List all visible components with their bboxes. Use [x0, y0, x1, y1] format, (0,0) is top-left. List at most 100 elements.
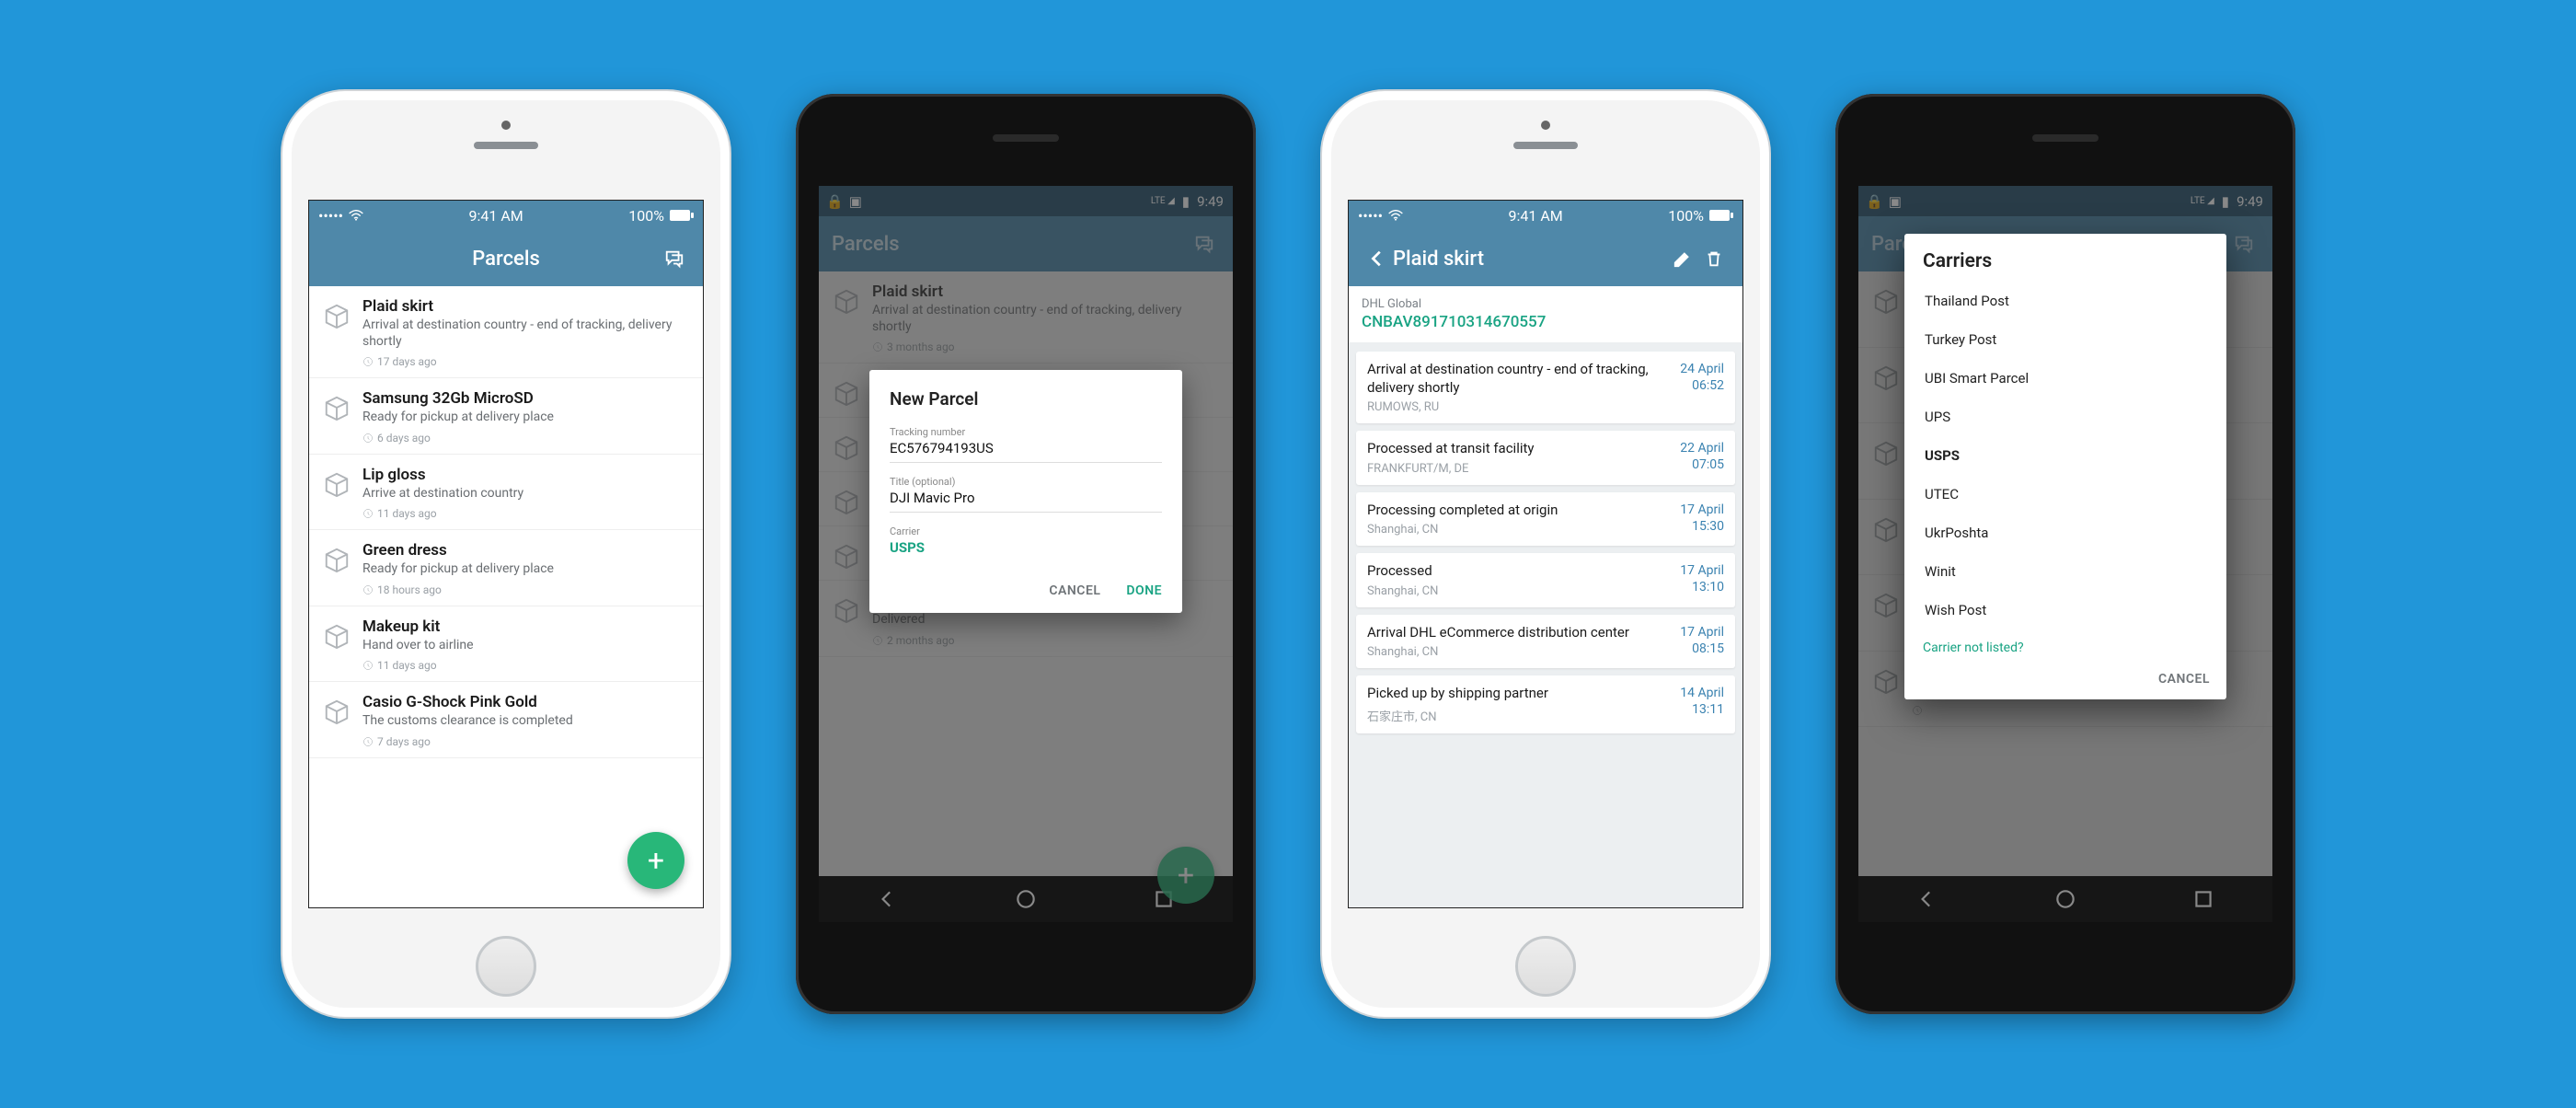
carrier-option[interactable]: Wish Post — [1912, 591, 2219, 629]
event-status: Arrival DHL eCommerce distribution cente… — [1367, 624, 1629, 642]
parcel-icon — [322, 469, 351, 499]
event-time: 06:52 — [1680, 377, 1724, 394]
parcel-item[interactable]: Lip glossArrive at destination country11… — [309, 455, 703, 531]
title-label: Title (optional) — [890, 476, 1162, 488]
carrier-label: Carrier — [890, 525, 1162, 537]
event-date: 22 April — [1680, 440, 1724, 456]
tracking-event: Picked up by shipping partner石家庄市, CN14 … — [1356, 675, 1735, 733]
iphone-frame-1: ••••• 9:41 AM 100% Parcels Plaid skirtAr… — [281, 89, 731, 1019]
event-date: 17 April — [1680, 624, 1724, 641]
page-title: Parcels — [353, 248, 659, 271]
status-time: 9:41 AM — [1509, 207, 1563, 225]
parcel-time: 6 days ago — [362, 432, 690, 444]
carrier-option[interactable]: UPS — [1912, 398, 2219, 436]
status-bar: ••••• 9:41 AM 100% — [309, 201, 703, 231]
event-time: 13:11 — [1680, 701, 1724, 718]
event-location: 石家庄市, CN — [1367, 707, 1548, 724]
event-time: 13:10 — [1680, 579, 1724, 595]
event-status: Picked up by shipping partner — [1367, 685, 1548, 703]
feedback-icon[interactable] — [659, 248, 690, 269]
event-date: 17 April — [1680, 502, 1724, 518]
parcel-status: Ready for pickup at delivery place — [362, 561, 690, 578]
carrier-option[interactable]: UTEC — [1912, 475, 2219, 514]
parcel-title: Plaid skirt — [362, 297, 690, 316]
tracking-input[interactable]: EC576794193US — [890, 440, 1162, 463]
parcel-item[interactable]: Samsung 32Gb MicroSDReady for pickup at … — [309, 378, 703, 455]
title-input[interactable]: DJI Mavic Pro — [890, 490, 1162, 513]
carrier-select[interactable]: USPS — [890, 539, 1162, 561]
done-button[interactable]: DONE — [1126, 583, 1162, 598]
event-status: Processed — [1367, 562, 1438, 581]
parcel-title: Lip gloss — [362, 466, 690, 484]
tracking-label: Tracking number — [890, 426, 1162, 438]
carrier-option[interactable]: Winit — [1912, 552, 2219, 591]
tracking-header: DHL Global CNBAV891710314670557 — [1349, 286, 1742, 342]
screen-new-parcel: 🔒 ▣ LTE ◢ ▮ 9:49 Parcels Plaid skirtArri… — [819, 186, 1233, 922]
parcel-status: Arrive at destination country — [362, 486, 690, 502]
wifi-icon — [1388, 207, 1403, 225]
parcel-time: 18 hours ago — [362, 583, 690, 596]
parcel-icon — [322, 301, 351, 330]
event-status: Processed at transit facility — [1367, 440, 1535, 458]
carrier-option[interactable]: UkrPoshta — [1912, 514, 2219, 552]
parcel-title: Makeup kit — [362, 617, 690, 636]
battery-icon — [670, 207, 694, 225]
battery-icon — [1709, 207, 1733, 225]
event-time: 07:05 — [1680, 456, 1724, 473]
page-title: Plaid skirt — [1393, 248, 1667, 271]
screen-carriers: 🔒 ▣ LTE ◢ ▮ 9:49 Parcels Arrival at dest… — [1858, 186, 2272, 922]
cancel-button[interactable]: CANCEL — [2158, 672, 2210, 687]
event-time: 15:30 — [1680, 518, 1724, 535]
delete-button[interactable] — [1698, 248, 1730, 269]
android-frame-2: 🔒 ▣ LTE ◢ ▮ 9:49 Parcels Arrival at dest… — [1835, 94, 2295, 1014]
event-date: 24 April — [1680, 361, 1724, 377]
tracking-event: Arrival DHL eCommerce distribution cente… — [1356, 615, 1735, 669]
tracking-event: Processing completed at origin Shanghai, … — [1356, 492, 1735, 547]
event-status: Processing completed at origin — [1367, 502, 1558, 520]
tracking-event: Arrival at destination country - end of … — [1356, 352, 1735, 423]
parcel-icon — [322, 621, 351, 651]
app-bar: Plaid skirt — [1349, 231, 1742, 286]
event-status: Arrival at destination country - end of … — [1367, 361, 1669, 397]
carrier-option[interactable]: UBI Smart Parcel — [1912, 359, 2219, 398]
event-location: RUMOWS, RU — [1367, 400, 1669, 414]
carrier-option[interactable]: Turkey Post — [1912, 320, 2219, 359]
parcel-time: 17 days ago — [362, 355, 690, 368]
carriers-dialog: Carriers Thailand PostTurkey PostUBI Sma… — [1904, 234, 2226, 699]
tracking-event: ProcessedShanghai, CN17 April13:10 — [1356, 553, 1735, 607]
parcel-status: The customs clearance is completed — [362, 713, 690, 730]
battery-pct: 100% — [628, 207, 664, 225]
event-location: Shanghai, CN — [1367, 645, 1629, 659]
parcel-icon — [322, 697, 351, 726]
iphone-frame-2: ••••• 9:41 AM 100% Plaid skirt — [1320, 89, 1771, 1019]
parcel-icon — [322, 545, 351, 574]
status-bar: ••••• 9:41 AM 100% — [1349, 201, 1742, 231]
parcel-title: Green dress — [362, 541, 690, 560]
add-parcel-fab[interactable]: + — [627, 832, 684, 889]
event-location: Shanghai, CN — [1367, 523, 1558, 537]
android-frame-1: 🔒 ▣ LTE ◢ ▮ 9:49 Parcels Plaid skirtArri… — [796, 94, 1256, 1014]
parcel-item[interactable]: Plaid skirtArrival at destination countr… — [309, 286, 703, 378]
new-parcel-dialog: New Parcel Tracking number EC576794193US… — [869, 370, 1182, 613]
edit-button[interactable] — [1667, 248, 1698, 269]
battery-pct: 100% — [1668, 207, 1704, 225]
parcel-item[interactable]: Casio G-Shock Pink Gold The customs clear… — [309, 682, 703, 758]
parcel-time: 11 days ago — [362, 659, 690, 672]
carrier-option[interactable]: USPS — [1912, 436, 2219, 475]
back-button[interactable] — [1362, 248, 1393, 269]
parcel-icon — [322, 393, 351, 422]
parcel-item[interactable]: Makeup kitHand over to airline11 days ag… — [309, 606, 703, 683]
carrier-option[interactable]: Thailand Post — [1912, 282, 2219, 320]
dialog-title: New Parcel — [890, 388, 1162, 410]
event-location: FRANKFURT/M, DE — [1367, 462, 1535, 476]
event-location: Shanghai, CN — [1367, 584, 1438, 598]
app-bar: Parcels — [309, 231, 703, 286]
parcel-item[interactable]: Green dressReady for pickup at delivery … — [309, 530, 703, 606]
cancel-button[interactable]: CANCEL — [1049, 583, 1100, 598]
event-time: 08:15 — [1680, 641, 1724, 657]
screen-parcel-detail: ••••• 9:41 AM 100% Plaid skirt — [1348, 200, 1743, 908]
carrier-not-listed-link[interactable]: Carrier not listed? — [1904, 629, 2226, 663]
parcel-time: 7 days ago — [362, 735, 690, 748]
parcel-title: Casio G-Shock Pink Gold — [362, 693, 690, 711]
tracking-number[interactable]: CNBAV891710314670557 — [1362, 313, 1730, 331]
